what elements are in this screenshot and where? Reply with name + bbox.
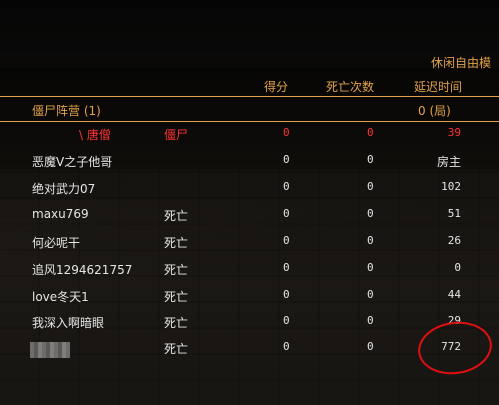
- player-deaths: 0: [367, 153, 374, 166]
- player-deaths: 0: [367, 314, 374, 327]
- player-deaths: 0: [367, 288, 374, 301]
- player-status: 死亡: [164, 263, 189, 277]
- player-deaths: 0: [367, 126, 374, 139]
- player-name: maxu769: [32, 207, 89, 221]
- player-deaths: 0: [367, 207, 374, 220]
- ping-column-header: 延迟时间: [414, 80, 463, 94]
- player-name: 恶魔V之子他哥: [32, 155, 113, 169]
- player-deaths: 0: [367, 180, 374, 193]
- player-score: 0: [283, 207, 290, 220]
- player-ping: 102: [441, 180, 461, 193]
- player-row: 何必呢干 死亡 0 0 26: [0, 230, 499, 256]
- player-score: 0: [283, 261, 290, 274]
- blurred-player-name: [30, 342, 70, 358]
- player-name: 追风1294621757: [32, 263, 133, 277]
- player-status: 死亡: [164, 209, 189, 223]
- player-status: 死亡: [164, 316, 189, 330]
- player-row: 绝对武力07 0 0 102: [0, 176, 499, 202]
- player-ping: 39: [447, 126, 461, 139]
- player-deaths: 0: [367, 340, 374, 353]
- player-row: maxu769 死亡 0 0 51: [0, 203, 499, 229]
- team-name: 僵尸阵营 (1): [32, 104, 101, 118]
- player-deaths: 0: [367, 234, 374, 247]
- player-row: 恶魔V之子他哥 0 0 房主: [0, 149, 499, 175]
- player-ping: 51: [447, 207, 461, 220]
- player-name: love冬天1: [32, 290, 89, 304]
- player-score: 0: [283, 314, 290, 327]
- player-name: 绝对武力07: [32, 182, 96, 196]
- player-ping: 0: [454, 261, 461, 274]
- player-deaths: 0: [367, 261, 374, 274]
- player-ping: 26: [447, 234, 461, 247]
- player-row: 我深入啊暗眼 死亡 0 0 29: [0, 310, 499, 336]
- player-status: 死亡: [164, 236, 189, 250]
- score-column-header: 得分: [264, 80, 289, 94]
- player-score: 0: [283, 180, 290, 193]
- player-status: 僵尸: [164, 128, 189, 142]
- player-row: \ 唐僧 僵尸 0 0 39: [0, 122, 499, 148]
- player-score: 0: [283, 234, 290, 247]
- player-name: 何必呢干: [32, 236, 81, 250]
- game-mode-label: 休闲自由模: [430, 56, 491, 70]
- player-row: 追风1294621757 死亡 0 0 0: [0, 257, 499, 283]
- player-score: 0: [283, 340, 290, 353]
- player-ping: 房主: [436, 155, 461, 169]
- deaths-column-header: 死亡次数: [326, 80, 375, 94]
- player-name: \ 唐僧: [79, 128, 111, 142]
- player-row: love冬天1 死亡 0 0 44: [0, 284, 499, 310]
- player-score: 0: [283, 153, 290, 166]
- header-divider: [0, 96, 499, 97]
- player-score: 0: [283, 288, 290, 301]
- team-round-count: 0 (局): [418, 104, 451, 118]
- player-name: 我深入啊暗眼: [32, 316, 105, 330]
- player-status: 死亡: [164, 290, 189, 304]
- player-score: 0: [283, 126, 290, 139]
- player-ping: 44: [447, 288, 461, 301]
- player-status: 死亡: [164, 342, 189, 356]
